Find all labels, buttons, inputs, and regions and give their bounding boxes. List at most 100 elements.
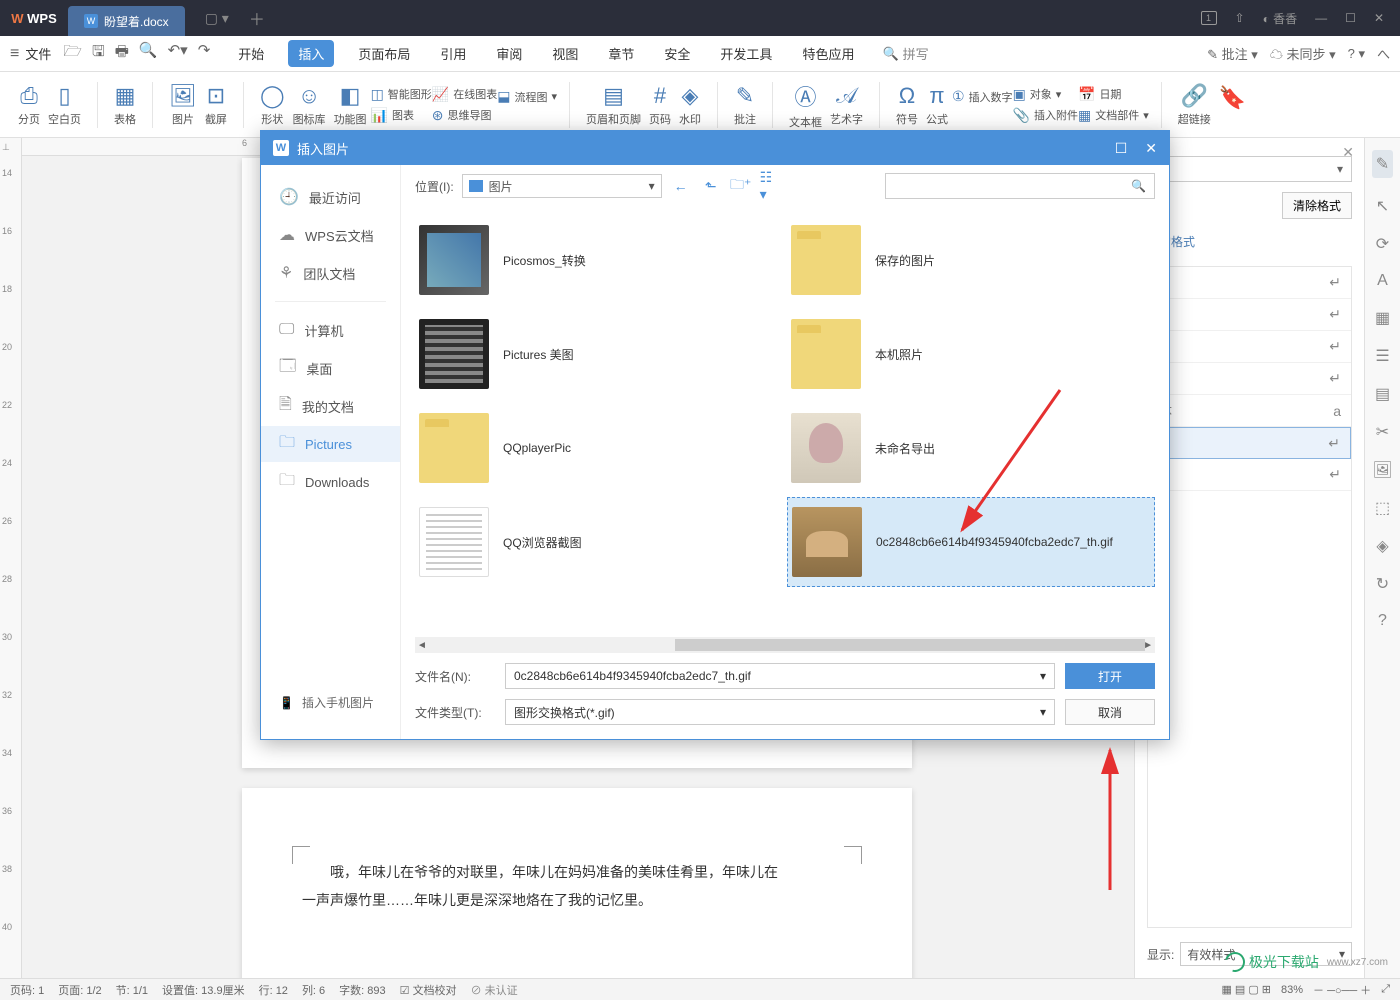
sidebar-item-recent[interactable]: 🕘最近访问 [261,179,400,215]
insert-phone-image[interactable]: 📱插入手机图片 [261,680,400,725]
sidebar-item-team[interactable]: ⚘团队文档 [261,255,400,291]
maximize-icon[interactable]: ☐ [1345,11,1356,25]
sidebar-item-cloud[interactable]: ☁WPS云文档 [261,217,400,253]
object-button[interactable]: ▣对象 ▾ [1013,86,1078,103]
panel-close-icon[interactable]: ✕ [1342,144,1354,161]
tab-insert[interactable]: 插入 [288,40,334,67]
dialog-search-input[interactable]: 🔍 [885,173,1155,199]
textbox-button[interactable]: Ⓐ文本框 [785,80,826,130]
attachment-button[interactable]: 📎插入附件 [1013,107,1078,124]
style-row[interactable]: ↵ [1148,267,1351,299]
font-icon[interactable]: A [1377,272,1388,290]
hyperlink-button[interactable]: 🔗超链接 [1174,83,1215,127]
hamburger-icon[interactable]: ≡ [10,45,19,63]
tab-special[interactable]: 特色应用 [796,40,860,67]
tab-reference[interactable]: 引用 [434,40,472,67]
image-icon[interactable]: 🖼 [1372,460,1392,480]
file-item[interactable]: Picosmos_转换 [415,215,783,305]
view-mode-icons[interactable]: ▦ ▤ ▢ ⊞ [1221,983,1271,996]
upload-icon[interactable]: ⇧ [1235,11,1245,25]
tab-review[interactable]: 审阅 [490,40,528,67]
symbol-button[interactable]: Ω符号 [892,83,922,127]
tab-dev[interactable]: 开发工具 [714,40,778,67]
scroll-right-icon[interactable]: ► [1143,640,1153,651]
blankpage-button[interactable]: ▯空白页 [44,83,85,127]
refresh-icon[interactable]: ⟳ [1376,234,1389,254]
newfolder-icon[interactable]: 🗀⁺ [730,175,752,197]
file-item-selected[interactable]: 0c2848cb6e614b4f9345940fcba2edc7_th.gif [787,497,1155,587]
dialog-close-icon[interactable]: ✕ [1145,140,1157,157]
style-row-selected[interactable]: )↵ [1148,427,1351,459]
iconlib-button[interactable]: ☺图标库 [289,83,330,127]
ribbon-search[interactable]: 🔍 拼写 [882,44,928,63]
dialog-maximize-icon[interactable]: ☐ [1115,140,1128,157]
bookmark-button[interactable]: 🔖 [1215,85,1250,125]
up-icon[interactable]: ⬑ [700,175,722,197]
print-icon[interactable]: 🖶 [115,41,129,66]
wordart-button[interactable]: 𝒜艺术字 [826,83,867,127]
redo-icon[interactable]: ↷ [198,41,211,66]
clock-icon[interactable]: ↻ [1376,574,1389,594]
view-mode-icon[interactable]: ☷ ▾ [760,175,782,197]
sidebar-item-mydocs[interactable]: 🗎我的文档 [261,388,400,424]
preview-icon[interactable]: 🔍 [139,41,158,66]
file-menu[interactable]: 文件 [25,44,51,63]
gallery-icon[interactable]: ⬚ [1375,498,1390,518]
picture-button[interactable]: 🖼图片 [165,83,201,127]
annotate-button[interactable]: ✎ 批注 ▾ [1207,44,1258,63]
open-button[interactable]: 打开 [1065,663,1155,689]
tab-options-icon[interactable]: ▢ ▾ [205,10,229,27]
smartshape-button[interactable]: ◫智能图形 [371,86,432,103]
counter-box[interactable]: 1 [1201,11,1217,25]
file-item[interactable]: 本机照片 [787,309,1155,399]
table-button[interactable]: ▦表格 [110,83,140,127]
location-combo[interactable]: 图片 ▾ [462,174,662,198]
user-avatar[interactable]: ◐ 香香 [1263,10,1298,27]
scrollbar-thumb[interactable] [675,639,1145,651]
open-icon[interactable]: 🗁 [63,41,82,66]
layers-icon[interactable]: ▤ [1375,384,1390,404]
style-row[interactable]: ↵ [1148,299,1351,331]
sidebar-item-downloads[interactable]: 🗀Downloads [261,464,400,500]
date-button[interactable]: 📅日期 [1078,86,1149,103]
watermark-button[interactable]: ◈水印 [675,83,705,127]
status-auth[interactable]: ⊘ 未认证 [471,982,518,998]
screenshot-button[interactable]: ⊡截屏 [201,83,231,127]
status-proof[interactable]: ☑ 文档校对 [400,982,457,998]
style-row[interactable]: ↵ [1148,459,1351,491]
undo-icon[interactable]: ↶▾ [168,41,188,66]
save-icon[interactable]: 🖫 [92,41,105,66]
sync-button[interactable]: ☁ 未同步 ▾ [1270,44,1336,63]
minimize-icon[interactable]: — [1315,11,1327,25]
cursor-icon[interactable]: ↖ [1376,196,1389,216]
file-item[interactable]: 保存的图片 [787,215,1155,305]
help-icon[interactable]: ? ▾ [1348,46,1365,62]
comment-button[interactable]: ✎批注 [730,83,760,127]
pencil-icon[interactable]: ✎ [1372,150,1393,178]
tab-start[interactable]: 开始 [232,40,270,67]
headerfooter-button[interactable]: ▤页眉和页脚 [582,83,645,127]
file-item[interactable]: 未命名导出 [787,403,1155,493]
fit-icon[interactable]: ⤢ [1381,983,1390,996]
clip-icon[interactable]: ✂ [1376,422,1389,442]
style-row[interactable]: ↵ [1148,363,1351,395]
close-icon[interactable]: ✕ [1374,11,1384,25]
smartgraphic-button[interactable]: ◧功能图 [330,83,371,127]
mindmap-button[interactable]: ⊛思维导图 [432,107,497,124]
file-item[interactable]: Pictures 美图 [415,309,783,399]
style-combo[interactable]: )▾ [1147,156,1352,182]
collapse-ribbon-icon[interactable]: へ [1377,44,1390,63]
tab-layout[interactable]: 页面布局 [352,40,416,67]
pageno-button[interactable]: #页码 [645,83,675,127]
list-icon[interactable]: ☰ [1375,346,1389,366]
add-tab-button[interactable]: ＋ [249,6,265,30]
tab-section[interactable]: 章节 [602,40,640,67]
sidebar-item-pictures[interactable]: 🗀Pictures [261,426,400,462]
sidebar-item-computer[interactable]: 🖵计算机 [261,312,400,348]
docpart-button[interactable]: ▦文档部件 ▾ [1078,107,1149,124]
app-logo[interactable]: W WPS [0,0,68,36]
grid-icon[interactable]: ▦ [1375,308,1390,328]
pagebreak-button[interactable]: ⎙分页 [14,83,44,127]
help-icon[interactable]: ? [1378,612,1387,630]
flowchart-button[interactable]: ⬓流程图 ▾ [497,88,557,105]
